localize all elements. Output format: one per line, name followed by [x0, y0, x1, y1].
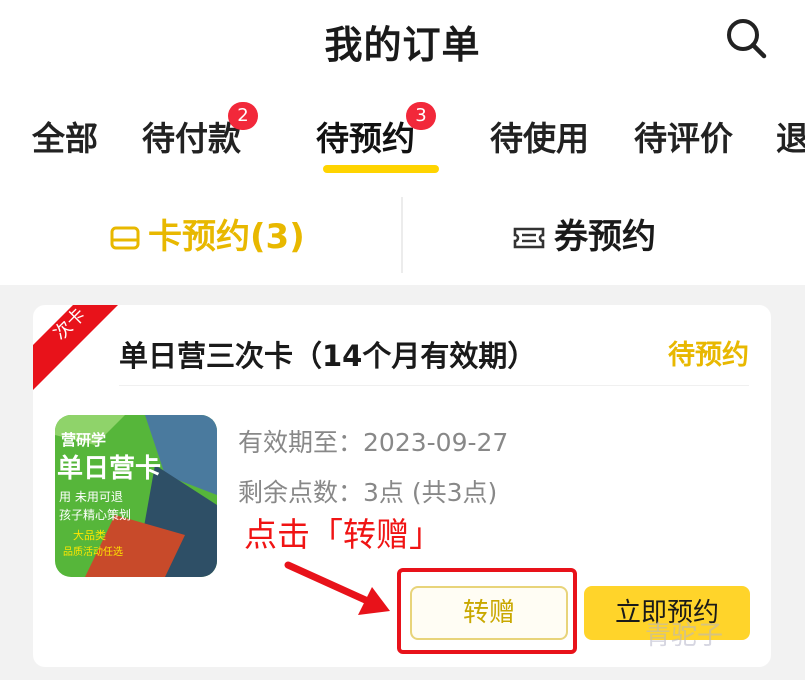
watermark: 青驼子	[645, 621, 724, 651]
tab-all[interactable]: 全部	[32, 112, 98, 160]
reservation-type-tabs: 卡预约(3) 券预约	[0, 195, 805, 275]
page-title: 我的订单	[324, 23, 481, 67]
tab-label: 待预约	[316, 119, 415, 158]
tab-pending-use[interactable]: 待使用	[490, 112, 589, 160]
validity-label: 有效期至：	[238, 428, 364, 457]
tab-pending-review[interactable]: 待评价	[634, 112, 733, 160]
subtab-label: 卡预约(3)	[148, 217, 305, 257]
tab-label: 待付款	[142, 119, 241, 158]
search-icon[interactable]	[724, 16, 768, 60]
product-thumbnail[interactable]: 营研学 单日营卡 用 未用可退 孩子精心策划 大品类 品质活动任选	[55, 415, 217, 577]
points-label: 剩余点数：	[238, 478, 364, 507]
tab-label: 待使用	[490, 119, 589, 158]
validity-row: 有效期至：2023-09-27	[238, 423, 508, 459]
svg-text:大品类: 大品类	[73, 528, 106, 542]
points-row: 剩余点数：3点 (共3点)	[238, 473, 497, 509]
tab-label: 退	[776, 119, 805, 158]
ticket-icon	[513, 227, 545, 249]
validity-value: 2023-09-27	[363, 428, 509, 457]
tab-refund[interactable]: 退	[776, 112, 805, 160]
tab-label: 全部	[32, 119, 98, 158]
pointer-arrow-icon	[284, 561, 390, 615]
tab-pending-reservation[interactable]: 待预约 3	[316, 102, 436, 160]
svg-text:孩子精心策划: 孩子精心策划	[59, 508, 131, 522]
tab-label: 待评价	[634, 119, 733, 158]
svg-text:单日营卡: 单日营卡	[57, 454, 161, 484]
active-tab-indicator	[323, 165, 439, 173]
svg-text:品质活动任选: 品质活动任选	[63, 545, 123, 558]
card-divider	[119, 385, 749, 386]
order-title: 单日营三次卡（14个月有效期）	[119, 339, 537, 373]
subtab-card-reservation[interactable]: 卡预约(3)	[110, 209, 305, 258]
instruction-annotation: 点击「转赠」	[244, 515, 442, 554]
order-header: 我的订单 全部 待付款 2 待预约 3 待使用 待评价 退 卡预约(3) 券预约	[0, 0, 805, 285]
subtab-label: 券预约	[554, 217, 656, 257]
svg-text:用 未用可退: 用 未用可退	[59, 490, 123, 504]
count-badge: 2	[228, 102, 258, 130]
points-value: 3点 (共3点)	[363, 478, 498, 507]
subtab-divider	[401, 197, 403, 273]
gift-button[interactable]: 转赠	[410, 586, 568, 640]
tab-pending-payment[interactable]: 待付款 2	[142, 102, 258, 160]
count-badge: 3	[406, 102, 436, 130]
svg-text:营研学: 营研学	[61, 431, 106, 449]
card-icon	[110, 226, 140, 250]
thumbnail-image: 营研学 单日营卡 用 未用可退 孩子精心策划 大品类 品质活动任选	[55, 415, 217, 577]
subtab-coupon-reservation[interactable]: 券预约	[512, 209, 656, 258]
order-status: 待预约	[668, 340, 749, 371]
card-type-ribbon: 次卡	[33, 305, 118, 390]
